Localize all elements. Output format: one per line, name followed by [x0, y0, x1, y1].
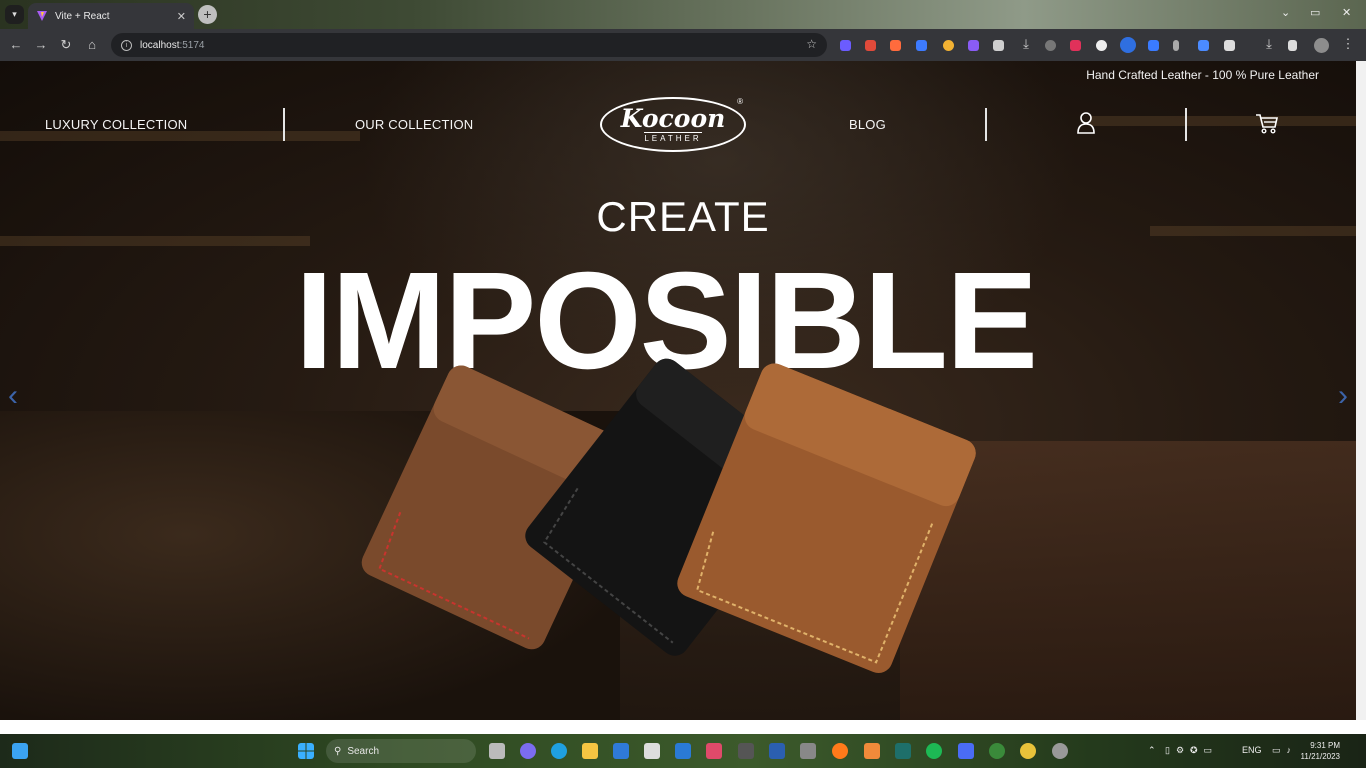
- hero-section: Hand Crafted Leather - 100 % Pure Leathe…: [0, 61, 1356, 720]
- page-scrollbar[interactable]: [1356, 61, 1366, 720]
- vscode-icon[interactable]: [675, 743, 691, 759]
- app-icon[interactable]: [895, 743, 911, 759]
- file-explorer-icon[interactable]: [582, 743, 598, 759]
- windows-start-icon[interactable]: [298, 743, 314, 759]
- logo-subtitle: LEATHER: [644, 131, 702, 143]
- chat-icon[interactable]: [520, 743, 536, 759]
- download-icon[interactable]: ⤓: [1018, 36, 1034, 52]
- task-view-icon[interactable]: [489, 743, 505, 759]
- app-icon[interactable]: [1052, 743, 1068, 759]
- kocoon-logo[interactable]: Kocoon LEATHER ®: [600, 97, 746, 152]
- tagline: Hand Crafted Leather - 100 % Pure Leathe…: [1086, 68, 1319, 82]
- site-info-icon[interactable]: i: [121, 39, 132, 51]
- nav-divider: [985, 108, 987, 141]
- nav-luxury-collection[interactable]: LUXURY COLLECTION: [45, 117, 187, 132]
- app-icon[interactable]: [769, 743, 785, 759]
- bg-shelf: [0, 131, 360, 141]
- hero-heading-create: CREATE: [596, 193, 770, 240]
- extensions-puzzle-icon[interactable]: [1224, 40, 1235, 51]
- extension-icon[interactable]: [840, 40, 851, 51]
- app-icon[interactable]: [800, 743, 816, 759]
- carousel-next-arrow[interactable]: ›: [1338, 379, 1348, 413]
- extension-icon[interactable]: [1173, 40, 1179, 51]
- close-window-icon[interactable]: ✕: [1342, 6, 1351, 19]
- new-tab-button[interactable]: +: [198, 5, 217, 24]
- taskbar-search[interactable]: ⚲ Search: [326, 739, 476, 763]
- clock-date: 11/21/2023: [1300, 752, 1340, 761]
- downloads-icon[interactable]: ⤓: [1261, 36, 1277, 52]
- bg-shelf: [1090, 116, 1356, 126]
- extension-icon[interactable]: [1120, 37, 1136, 53]
- nav-divider: [1185, 108, 1187, 141]
- widgets-icon[interactable]: [12, 743, 28, 759]
- page-bottom-strip: [0, 720, 1366, 734]
- extension-icon[interactable]: [993, 40, 1004, 51]
- tab-search-button[interactable]: ▾: [5, 5, 24, 24]
- tray-icons[interactable]: ▯⚙✪▭: [1165, 745, 1225, 756]
- browser-toolbar: ← → ↻ ⌂ i localhost:5174 ☆ ⤓ ⤓ ⋮: [0, 29, 1366, 61]
- extension-icon[interactable]: [1070, 40, 1081, 51]
- taskbar-clock[interactable]: 9:31 PM 11/21/2023: [1301, 740, 1340, 762]
- network-volume-icons[interactable]: ▭♪: [1272, 745, 1297, 756]
- side-panel-icon[interactable]: [1288, 40, 1297, 51]
- tab-title: Vite + React: [55, 10, 110, 22]
- extension-icon[interactable]: [1045, 40, 1056, 51]
- nav-blog[interactable]: BLOG: [849, 117, 886, 132]
- extension-icon[interactable]: [968, 40, 979, 51]
- bookmark-star-icon[interactable]: ☆: [806, 37, 817, 51]
- extension-icon[interactable]: [1096, 40, 1107, 51]
- firefox-icon[interactable]: [832, 743, 848, 759]
- logo-registered-mark: ®: [737, 97, 743, 106]
- app-icon[interactable]: [738, 743, 754, 759]
- extension-icon[interactable]: [1148, 40, 1159, 51]
- nav-divider: [283, 108, 285, 141]
- app-icon[interactable]: [706, 743, 722, 759]
- url-port: :5174: [179, 39, 205, 51]
- extension-icon[interactable]: [865, 40, 876, 51]
- minimize-icon[interactable]: ⌄: [1281, 6, 1290, 19]
- store-icon[interactable]: [644, 743, 660, 759]
- tab-close-icon[interactable]: ✕: [177, 10, 186, 23]
- nav-our-collection[interactable]: OUR COLLECTION: [355, 117, 473, 132]
- profile-avatar[interactable]: [1314, 38, 1329, 53]
- url-host: localhost: [140, 39, 180, 51]
- browser-tab[interactable]: Vite + React ✕: [28, 3, 194, 29]
- shopping-cart-icon[interactable]: [1255, 111, 1279, 135]
- tray-overflow-icon[interactable]: ⌃: [1148, 745, 1156, 756]
- search-icon: ⚲: [334, 745, 342, 757]
- windows-taskbar: ⚲ Search ⌃ ▯⚙✪▭ ENG ▭♪ 9:31 PM 11/21/202…: [0, 734, 1366, 768]
- chrome-icon[interactable]: [1020, 743, 1036, 759]
- user-account-icon[interactable]: [1075, 111, 1097, 135]
- wallets-image: [361, 358, 976, 673]
- app-icon[interactable]: [864, 743, 880, 759]
- home-icon[interactable]: ⌂: [84, 37, 100, 52]
- address-bar[interactable]: i localhost:5174 ☆: [111, 33, 827, 57]
- forward-icon[interactable]: →: [33, 37, 49, 52]
- vite-icon: [37, 11, 47, 21]
- reload-icon[interactable]: ↻: [58, 37, 74, 53]
- spotify-icon[interactable]: [926, 743, 942, 759]
- browser-tab-bar: ▾ Vite + React ✕ + ⌄ ▭ ✕: [0, 0, 1366, 29]
- extension-icon[interactable]: [916, 40, 927, 51]
- extension-icon[interactable]: [1198, 40, 1209, 51]
- app-icon[interactable]: [989, 743, 1005, 759]
- clock-time: 9:31 PM: [1310, 741, 1340, 750]
- carousel-prev-arrow[interactable]: ‹: [8, 379, 18, 413]
- menu-kebab-icon[interactable]: ⋮: [1340, 36, 1356, 52]
- mail-icon[interactable]: [613, 743, 629, 759]
- app-icon[interactable]: [958, 743, 974, 759]
- language-indicator[interactable]: ENG: [1242, 745, 1262, 755]
- extension-icon[interactable]: [890, 40, 901, 51]
- edge-icon[interactable]: [551, 743, 567, 759]
- logo-brand: Kocoon: [620, 103, 726, 133]
- back-icon[interactable]: ←: [8, 37, 24, 52]
- search-label: Search: [347, 745, 380, 757]
- extension-icon[interactable]: [943, 40, 954, 51]
- restore-icon[interactable]: ▭: [1310, 6, 1320, 19]
